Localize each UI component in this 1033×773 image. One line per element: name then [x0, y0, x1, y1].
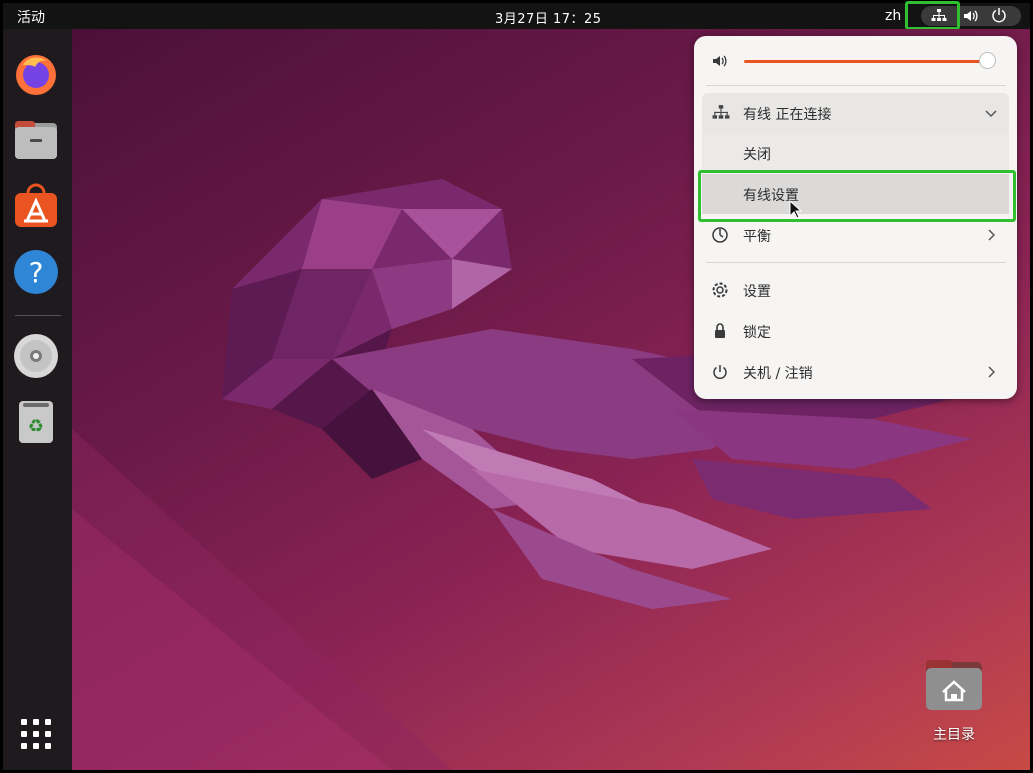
lock-icon — [715, 323, 725, 338]
wired-off-label: 关闭 — [743, 147, 771, 163]
mouse-cursor-icon — [789, 200, 803, 219]
menu-divider — [706, 85, 1006, 86]
lock-item[interactable]: 锁定 — [694, 311, 1017, 351]
disc-icon[interactable] — [13, 333, 59, 379]
activities-button[interactable]: 活动 — [17, 7, 45, 27]
volume-icon — [713, 55, 727, 67]
svg-text:?: ? — [29, 256, 44, 289]
wired-settings-highlight-box — [698, 170, 1016, 222]
dock: ? ♻ — [3, 29, 72, 770]
network-highlight-box — [905, 1, 960, 30]
network-icon — [712, 105, 730, 119]
gear-icon — [712, 282, 728, 298]
dock-separator — [15, 315, 61, 316]
volume-slider-knob[interactable] — [979, 52, 996, 69]
home-folder-label[interactable]: 主目录 — [920, 724, 988, 744]
settings-item[interactable]: 设置 — [694, 270, 1017, 310]
firefox-icon[interactable] — [13, 51, 59, 97]
help-icon[interactable]: ? — [13, 249, 59, 295]
volume-slider-track[interactable] — [744, 60, 989, 63]
power-mode-label: 平衡 — [743, 229, 771, 245]
input-method-indicator[interactable]: zh — [885, 8, 901, 24]
wired-connection-label: 有线 正在连接 — [743, 107, 832, 123]
shutdown-item[interactable]: 关机 / 注销 — [694, 352, 1017, 392]
shutdown-label: 关机 / 注销 — [743, 366, 813, 382]
wired-off-item[interactable]: 关闭 — [702, 133, 1009, 173]
files-icon[interactable] — [13, 117, 59, 163]
home-folder-icon[interactable] — [924, 656, 984, 716]
svg-text:♻: ♻ — [28, 416, 44, 437]
clock[interactable]: 3月27日 17：25 — [495, 8, 602, 27]
menu-divider — [706, 262, 1006, 263]
show-apps-icon[interactable] — [13, 711, 59, 757]
app-center-icon[interactable] — [13, 183, 59, 229]
settings-label: 设置 — [743, 284, 771, 300]
chevron-down-icon — [985, 110, 997, 118]
power-icon[interactable] — [991, 7, 1007, 23]
wired-connection-row[interactable]: 有线 正在连接 — [702, 93, 1009, 133]
power-mode-icon — [712, 227, 728, 243]
chevron-right-icon — [988, 366, 995, 378]
power-icon — [713, 365, 727, 380]
lock-label: 锁定 — [743, 325, 771, 341]
trash-icon[interactable]: ♻ — [13, 399, 59, 445]
chevron-right-icon — [988, 229, 995, 241]
top-bar: 活动 3月27日 17：25 zh — [3, 3, 1030, 29]
volume-icon[interactable] — [963, 8, 979, 24]
